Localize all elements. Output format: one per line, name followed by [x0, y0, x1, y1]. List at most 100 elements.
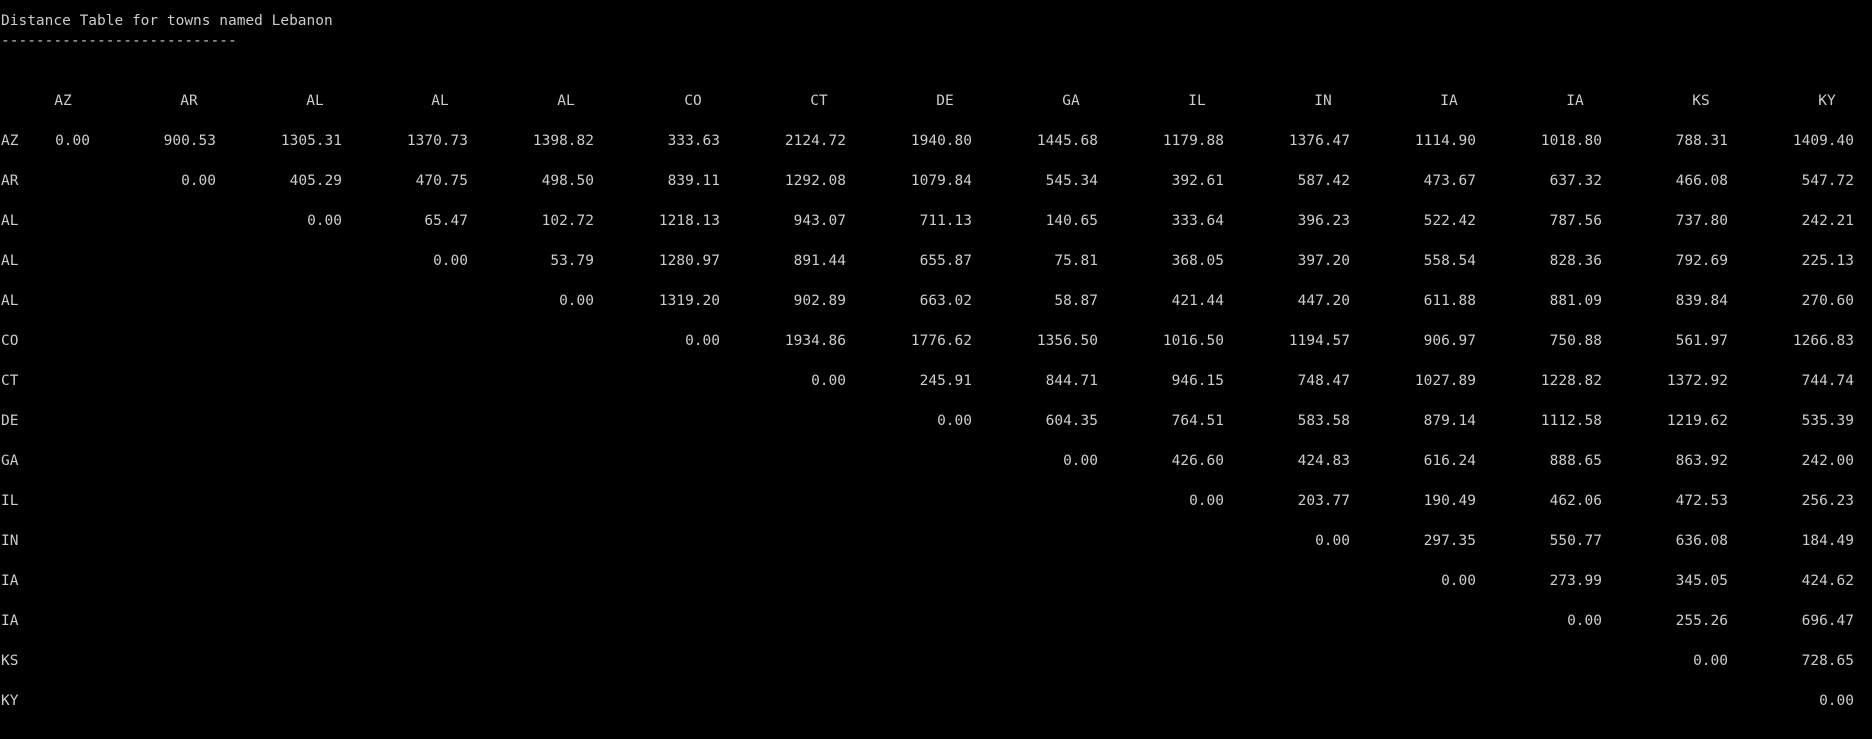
table-cell: 1370.73 — [406, 133, 468, 149]
table-cell: 1398.82 — [532, 133, 594, 149]
table-cell: 1114.90 — [1414, 133, 1476, 149]
table-cell: 140.65 — [1045, 213, 1098, 229]
table-cell: 611.88 — [1423, 293, 1476, 309]
row-label-de: DE — [1, 413, 19, 429]
table-cell: 1219.62 — [1666, 413, 1728, 429]
table-cell: 473.67 — [1423, 173, 1476, 189]
table-cell: 2124.72 — [784, 133, 846, 149]
table-cell: 333.63 — [667, 133, 720, 149]
table-cell: 550.77 — [1549, 533, 1602, 549]
table-cell: 270.60 — [1801, 293, 1854, 309]
table-cell: 0.00 — [685, 333, 720, 349]
table-cell: 462.06 — [1549, 493, 1602, 509]
table-cell: 891.44 — [793, 253, 846, 269]
table-cell: 737.80 — [1675, 213, 1728, 229]
table-cell: 53.79 — [550, 253, 594, 269]
table-cell: 0.00 — [181, 173, 216, 189]
table-cell: 1319.20 — [658, 293, 720, 309]
column-header-al: AL — [557, 93, 575, 109]
table-cell: 1194.57 — [1288, 333, 1350, 349]
table-cell: 1018.80 — [1540, 133, 1602, 149]
table-cell: 0.00 — [1315, 533, 1350, 549]
table-cell: 788.31 — [1675, 133, 1728, 149]
table-cell: 616.24 — [1423, 453, 1476, 469]
table-cell: 636.08 — [1675, 533, 1728, 549]
row-label-ga: GA — [1, 453, 19, 469]
table-cell: 1305.31 — [280, 133, 342, 149]
table-cell: 472.53 — [1675, 493, 1728, 509]
table-cell: 102.72 — [541, 213, 594, 229]
page-title: Distance Table for towns named Lebanon — [1, 13, 333, 29]
table-cell: 396.23 — [1297, 213, 1350, 229]
table-cell: 397.20 — [1297, 253, 1350, 269]
table-cell: 863.92 — [1675, 453, 1728, 469]
row-label-ia: IA — [1, 573, 19, 589]
table-cell: 839.11 — [667, 173, 720, 189]
table-cell: 943.07 — [793, 213, 846, 229]
table-cell: 1356.50 — [1036, 333, 1098, 349]
column-header-il: IL — [1188, 93, 1206, 109]
table-cell: 1409.40 — [1792, 133, 1854, 149]
table-cell: 424.62 — [1801, 573, 1854, 589]
table-cell: 203.77 — [1297, 493, 1350, 509]
row-label-in: IN — [1, 533, 19, 549]
table-cell: 0.00 — [307, 213, 342, 229]
table-cell: 1079.84 — [910, 173, 972, 189]
table-cell: 0.00 — [1063, 453, 1098, 469]
row-label-ia: IA — [1, 613, 19, 629]
column-header-al: AL — [431, 93, 449, 109]
column-header-ga: GA — [1062, 93, 1080, 109]
row-label-ky: KY — [1, 693, 19, 709]
column-header-co: CO — [684, 93, 702, 109]
table-cell: 900.53 — [163, 133, 216, 149]
table-cell: 190.49 — [1423, 493, 1476, 509]
table-cell: 879.14 — [1423, 413, 1476, 429]
table-cell: 1228.82 — [1540, 373, 1602, 389]
table-cell: 256.23 — [1801, 493, 1854, 509]
table-cell: 297.35 — [1423, 533, 1476, 549]
table-cell: 1940.80 — [910, 133, 972, 149]
column-header-ct: CT — [810, 93, 828, 109]
table-cell: 750.88 — [1549, 333, 1602, 349]
table-cell: 1112.58 — [1540, 413, 1602, 429]
row-label-al: AL — [1, 213, 19, 229]
row-label-co: CO — [1, 333, 19, 349]
table-cell: 558.54 — [1423, 253, 1476, 269]
table-cell: 839.84 — [1675, 293, 1728, 309]
table-cell: 424.83 — [1297, 453, 1350, 469]
column-header-ar: AR — [180, 93, 198, 109]
table-cell: 426.60 — [1171, 453, 1224, 469]
table-cell: 888.65 — [1549, 453, 1602, 469]
table-cell: 0.00 — [1567, 613, 1602, 629]
column-header-in: IN — [1314, 93, 1332, 109]
table-cell: 405.29 — [289, 173, 342, 189]
table-cell: 902.89 — [793, 293, 846, 309]
table-cell: 0.00 — [559, 293, 594, 309]
table-cell: 1027.89 — [1414, 373, 1476, 389]
table-cell: 273.99 — [1549, 573, 1602, 589]
table-cell: 728.65 — [1801, 653, 1854, 669]
table-cell: 1266.83 — [1792, 333, 1854, 349]
table-cell: 421.44 — [1171, 293, 1224, 309]
table-cell: 663.02 — [919, 293, 972, 309]
row-label-ct: CT — [1, 373, 19, 389]
table-cell: 764.51 — [1171, 413, 1224, 429]
table-cell: 604.35 — [1045, 413, 1098, 429]
row-label-ks: KS — [1, 653, 19, 669]
table-cell: 906.97 — [1423, 333, 1476, 349]
table-cell: 1179.88 — [1162, 133, 1224, 149]
title-underline: --------------------------- — [1, 33, 237, 49]
table-cell: 545.34 — [1045, 173, 1098, 189]
table-cell: 828.36 — [1549, 253, 1602, 269]
table-cell: 75.81 — [1054, 253, 1098, 269]
table-cell: 535.39 — [1801, 413, 1854, 429]
table-cell: 561.97 — [1675, 333, 1728, 349]
column-header-az: AZ — [54, 93, 72, 109]
table-cell: 0.00 — [1189, 493, 1224, 509]
table-cell: 1292.08 — [784, 173, 846, 189]
table-cell: 470.75 — [415, 173, 468, 189]
table-cell: 58.87 — [1054, 293, 1098, 309]
table-cell: 881.09 — [1549, 293, 1602, 309]
table-cell: 225.13 — [1801, 253, 1854, 269]
terminal-window[interactable]: Distance Table for towns named Lebanon -… — [0, 0, 1872, 739]
